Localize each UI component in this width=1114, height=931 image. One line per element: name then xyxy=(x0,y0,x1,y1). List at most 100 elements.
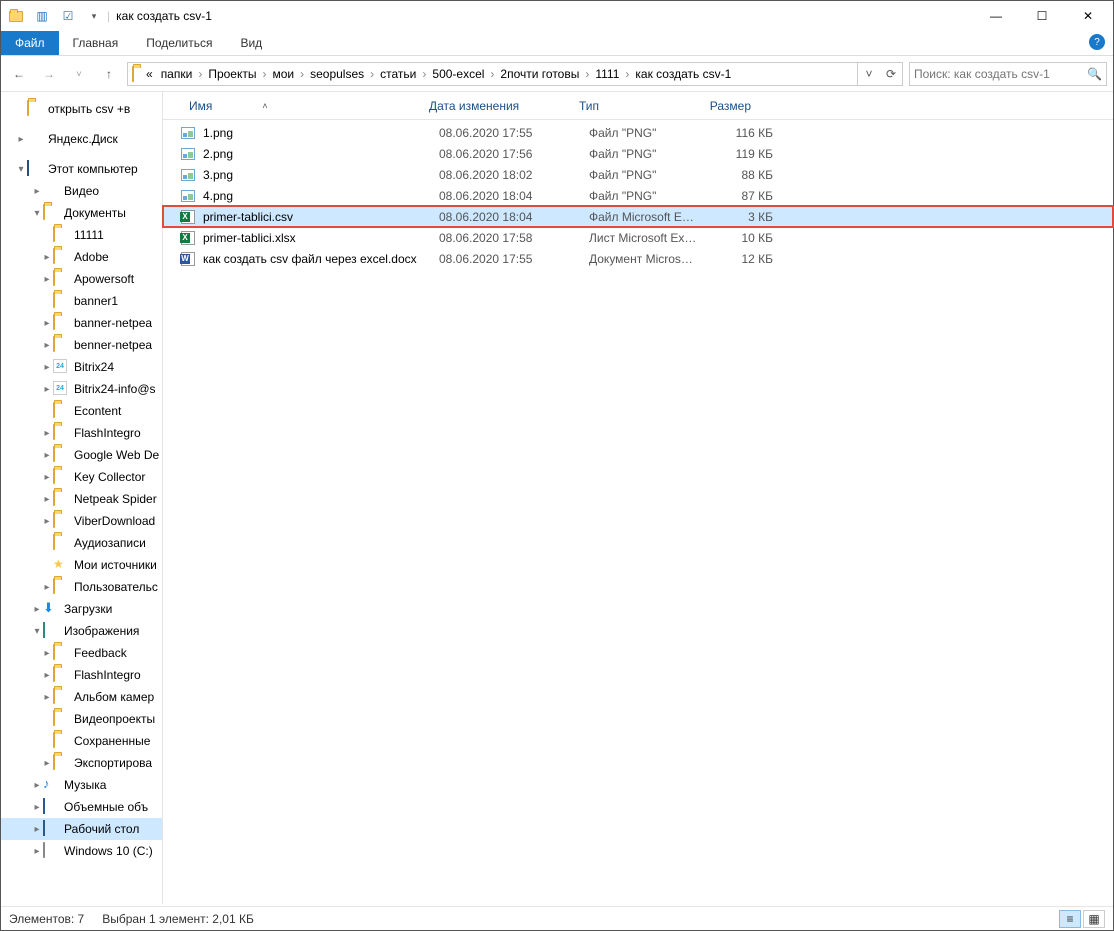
tree-item[interactable]: ▸FlashIntegro xyxy=(1,422,162,444)
expand-icon[interactable]: ▸ xyxy=(41,670,53,681)
tree-item[interactable]: ▸Windows 10 (C:) xyxy=(1,840,162,862)
breadcrumb-item[interactable]: как создать csv-1 xyxy=(631,67,735,81)
chevron-right-icon[interactable]: › xyxy=(260,67,268,81)
tree-item[interactable]: ▸24Bitrix24-info@s xyxy=(1,378,162,400)
expand-icon[interactable]: ▸ xyxy=(41,384,53,395)
expand-icon[interactable]: ▸ xyxy=(31,802,43,813)
file-row[interactable]: primer-tablici.xlsx08.06.2020 17:58Лист … xyxy=(163,227,1113,248)
tree-item[interactable]: открыть csv +в xyxy=(1,98,162,120)
tree-item[interactable]: ▸Рабочий стол xyxy=(1,818,162,840)
forward-button[interactable]: → xyxy=(37,62,61,86)
expand-icon[interactable]: ▸ xyxy=(41,362,53,373)
tree-item[interactable]: ▸24Bitrix24 xyxy=(1,356,162,378)
chevron-right-icon[interactable]: › xyxy=(623,67,631,81)
tree-item[interactable]: ▸♪Музыка xyxy=(1,774,162,796)
expand-icon[interactable]: ▸ xyxy=(41,472,53,483)
tree-item[interactable]: ▾Изображения xyxy=(1,620,162,642)
tree-item[interactable]: ▸benner-netpea xyxy=(1,334,162,356)
chevron-right-icon[interactable]: › xyxy=(583,67,591,81)
tree-item[interactable]: ▸⬇Загрузки xyxy=(1,598,162,620)
tree-item[interactable]: ▸Netpeak Spider xyxy=(1,488,162,510)
search-icon[interactable]: 🔍 xyxy=(1087,67,1102,81)
tree-item[interactable]: ▸Видео xyxy=(1,180,162,202)
tree-item[interactable]: ▾Этот компьютер xyxy=(1,158,162,180)
view-icons-button[interactable]: ▦ xyxy=(1083,910,1105,928)
tree-item[interactable]: ▸Пользовательс xyxy=(1,576,162,598)
close-button[interactable]: ✕ xyxy=(1065,1,1111,31)
file-row[interactable]: 4.png08.06.2020 18:04Файл "PNG"87 КБ xyxy=(163,185,1113,206)
expand-icon[interactable]: ▸ xyxy=(41,516,53,527)
file-row[interactable]: primer-tablici.csv08.06.2020 18:04Файл M… xyxy=(163,206,1113,227)
col-type[interactable]: Тип xyxy=(573,99,691,113)
tree-item[interactable]: ▾Документы xyxy=(1,202,162,224)
expand-icon[interactable]: ▸ xyxy=(41,274,53,285)
view-details-button[interactable]: ≡ xyxy=(1059,910,1081,928)
qa-check-icon[interactable]: ☑ xyxy=(57,5,79,27)
tree-item[interactable]: Econtent xyxy=(1,400,162,422)
tab-share[interactable]: Поделиться xyxy=(132,31,226,55)
tree-item[interactable]: ★Мои источники xyxy=(1,554,162,576)
expand-icon[interactable]: ▸ xyxy=(15,134,27,145)
chevron-right-icon[interactable]: › xyxy=(488,67,496,81)
expand-icon[interactable]: ▸ xyxy=(41,692,53,703)
nav-tree[interactable]: открыть csv +в ▸Яндекс.Диск ▾Этот компьюте… xyxy=(1,92,163,904)
tree-item[interactable]: Аудиозаписи xyxy=(1,532,162,554)
expand-icon[interactable]: ▸ xyxy=(31,824,43,835)
breadcrumb-item[interactable]: мои xyxy=(268,67,298,81)
breadcrumb-item[interactable]: статьи xyxy=(376,67,420,81)
qa-dropdown-icon[interactable]: ▾ xyxy=(83,5,105,27)
chevron-right-icon[interactable]: › xyxy=(368,67,376,81)
file-row[interactable]: 3.png08.06.2020 18:02Файл "PNG"88 КБ xyxy=(163,164,1113,185)
expand-icon[interactable]: ▾ xyxy=(31,208,43,219)
expand-icon[interactable]: ▸ xyxy=(41,318,53,329)
tree-item[interactable]: ▸Google Web De xyxy=(1,444,162,466)
back-button[interactable]: ← xyxy=(7,62,31,86)
qa-props-icon[interactable]: ▥ xyxy=(31,5,53,27)
tree-item[interactable]: ▸Key Collector xyxy=(1,466,162,488)
breadcrumb-item[interactable]: 500-excel xyxy=(428,67,488,81)
tree-item[interactable]: ▸ViberDownload xyxy=(1,510,162,532)
expand-icon[interactable]: ▸ xyxy=(31,780,43,791)
tab-home[interactable]: Главная xyxy=(59,31,133,55)
bc-dropdown-icon[interactable]: ˅ xyxy=(858,67,880,81)
tree-item[interactable]: ▸Яндекс.Диск xyxy=(1,128,162,150)
tab-view[interactable]: Вид xyxy=(226,31,276,55)
tree-item[interactable]: Видеопроекты xyxy=(1,708,162,730)
chevron-right-icon[interactable]: › xyxy=(420,67,428,81)
tree-item[interactable]: 11111 xyxy=(1,224,162,246)
file-row[interactable]: как создать csv файл через excel.docx08.… xyxy=(163,248,1113,269)
tree-item[interactable]: ▸banner-netpea xyxy=(1,312,162,334)
tree-item[interactable]: ▸Adobe xyxy=(1,246,162,268)
minimize-button[interactable]: ― xyxy=(973,1,1019,31)
expand-icon[interactable]: ▸ xyxy=(31,186,43,197)
file-row[interactable]: 1.png08.06.2020 17:55Файл "PNG"116 КБ xyxy=(163,122,1113,143)
expand-icon[interactable]: ▸ xyxy=(41,450,53,461)
maximize-button[interactable]: ☐ xyxy=(1019,1,1065,31)
tree-item[interactable]: ▸Apowersoft xyxy=(1,268,162,290)
refresh-button[interactable]: ⟳ xyxy=(880,67,902,81)
chevron-right-icon[interactable]: › xyxy=(196,67,204,81)
breadcrumb-bar[interactable]: «папки›Проекты›мои›seopulses›статьи›500-… xyxy=(127,62,903,86)
file-row[interactable]: 2.png08.06.2020 17:56Файл "PNG"119 КБ xyxy=(163,143,1113,164)
col-size[interactable]: Размер xyxy=(691,99,757,113)
expand-icon[interactable]: ▸ xyxy=(31,846,43,857)
tree-item[interactable]: ▸Альбом камер xyxy=(1,686,162,708)
help-icon[interactable]: ? xyxy=(1089,34,1105,50)
breadcrumb-item[interactable]: 1111 xyxy=(591,67,623,81)
expand-icon[interactable]: ▸ xyxy=(41,582,53,593)
search-box[interactable]: 🔍 xyxy=(909,62,1107,86)
up-button[interactable]: ↑ xyxy=(97,62,121,86)
expand-icon[interactable]: ▸ xyxy=(31,604,43,615)
tree-item[interactable]: banner1 xyxy=(1,290,162,312)
expand-icon[interactable]: ▸ xyxy=(41,340,53,351)
expand-icon[interactable]: ▸ xyxy=(41,428,53,439)
tree-item[interactable]: ▸Объемные объ xyxy=(1,796,162,818)
search-input[interactable] xyxy=(914,67,1087,81)
expand-icon[interactable]: ▸ xyxy=(41,494,53,505)
col-date[interactable]: Дата изменения xyxy=(423,99,573,113)
tree-item[interactable]: Сохраненные xyxy=(1,730,162,752)
recent-dropdown[interactable]: ˅ xyxy=(67,62,91,86)
breadcrumb-item[interactable]: Проекты xyxy=(204,67,260,81)
chevron-right-icon[interactable]: › xyxy=(298,67,306,81)
expand-icon[interactable]: ▸ xyxy=(41,648,53,659)
